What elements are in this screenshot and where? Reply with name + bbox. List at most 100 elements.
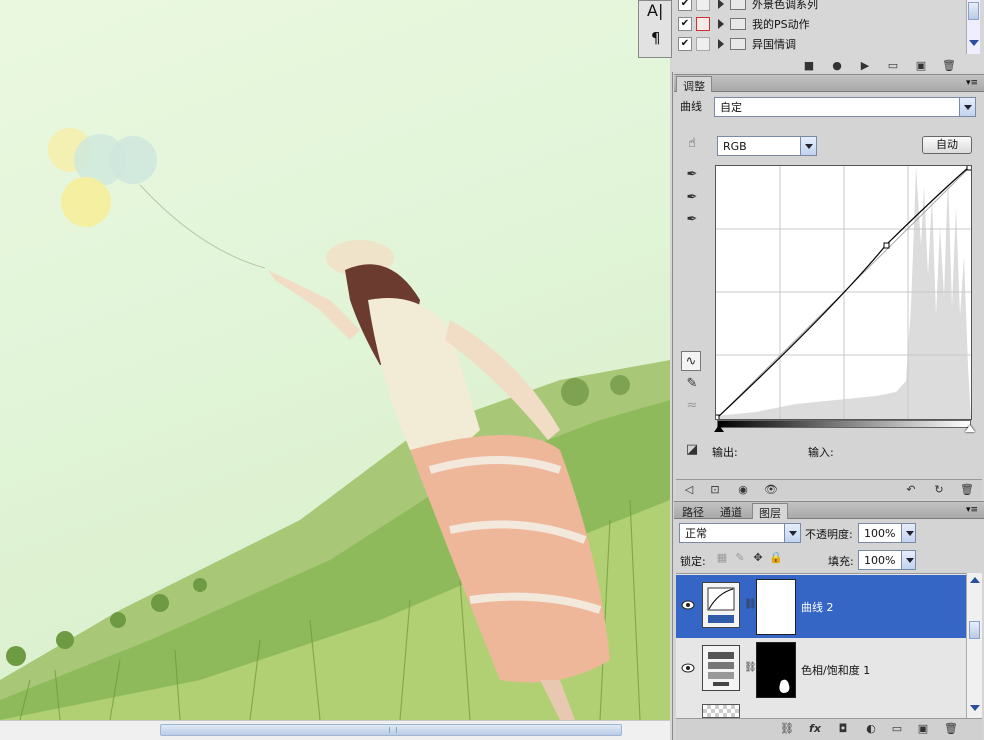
- expand-triangle-icon[interactable]: [718, 19, 724, 29]
- action-set-row[interactable]: ✔ 外景色调系列: [678, 0, 968, 14]
- layer-name: 色相/饱和度 1: [801, 664, 871, 677]
- curves-graph[interactable]: [713, 164, 973, 421]
- lock-position-icon[interactable]: ✥: [751, 551, 765, 565]
- black-slider-handle[interactable]: [714, 425, 724, 432]
- link-layers-icon[interactable]: ⛓: [780, 722, 794, 736]
- blend-mode-dropdown[interactable]: 正常: [679, 523, 801, 543]
- input-label: 输入:: [808, 446, 834, 459]
- reset-icon[interactable]: ↻: [932, 483, 946, 497]
- back-arrow-icon[interactable]: ◁: [682, 483, 696, 497]
- layer-link-icon[interactable]: ⛓: [744, 599, 757, 613]
- auto-button[interactable]: 自动: [922, 136, 972, 154]
- white-slider-handle[interactable]: [965, 425, 975, 432]
- photo-artwork: [0, 128, 670, 720]
- lock-transparency-icon[interactable]: ▦: [715, 551, 729, 565]
- curves-plot: [713, 164, 973, 421]
- layers-footer: ⛓ fx ◘ ◐ ▭ ▣ 🗑: [676, 718, 982, 740]
- layer-mask-thumbnail[interactable]: [756, 579, 796, 635]
- lock-options: ▦ ✎ ✥ 🔒: [715, 551, 795, 567]
- action-checkbox[interactable]: ✔: [678, 37, 692, 51]
- view-previous-icon[interactable]: ↶: [904, 483, 918, 497]
- opacity-input[interactable]: 100%: [858, 523, 916, 543]
- chevron-right-icon[interactable]: [901, 551, 915, 569]
- action-set-row[interactable]: ✔ 我的PS动作: [678, 14, 968, 34]
- layer-thumbnail[interactable]: [702, 704, 740, 718]
- layer-link-icon[interactable]: ⛓: [744, 662, 757, 676]
- curve-point-tool-icon[interactable]: ∿: [681, 351, 701, 371]
- dialog-toggle[interactable]: [696, 37, 710, 51]
- new-adjustment-layer-icon[interactable]: ◐: [864, 722, 878, 736]
- record-icon[interactable]: ●: [830, 59, 844, 73]
- layer-style-fx-icon[interactable]: fx: [808, 722, 822, 736]
- scroll-up-icon[interactable]: [970, 577, 980, 583]
- action-checkbox[interactable]: ✔: [678, 0, 692, 11]
- tab-adjustments[interactable]: 调整: [676, 76, 712, 93]
- mini-tool-panel: A| ¶: [638, 0, 672, 58]
- tab-layers[interactable]: 图层: [752, 503, 788, 520]
- output-label: 输出:: [712, 446, 738, 459]
- tab-paths[interactable]: 路径: [676, 503, 710, 519]
- layers-scrollbar[interactable]: [966, 573, 982, 719]
- visibility-eye-icon[interactable]: 👁: [764, 483, 778, 497]
- lock-all-icon[interactable]: 🔒: [769, 551, 783, 565]
- clip-to-layer-icon[interactable]: ◉: [736, 483, 750, 497]
- lock-pixels-icon[interactable]: ✎: [733, 551, 747, 565]
- fill-value: 100%: [864, 553, 896, 567]
- smooth-curve-icon[interactable]: ≈: [682, 396, 702, 416]
- expand-view-icon[interactable]: ⊡: [708, 483, 722, 497]
- gray-point-eyedropper-icon[interactable]: ✒: [682, 188, 702, 208]
- opacity-value: 100%: [864, 526, 896, 540]
- scrollbar-thumb[interactable]: [160, 724, 622, 736]
- chevron-down-icon: [800, 137, 816, 155]
- preset-dropdown[interactable]: 自定: [714, 97, 976, 117]
- scrollbar-thumb[interactable]: [969, 621, 980, 639]
- action-set-row[interactable]: ✔ 异国情调: [678, 34, 968, 54]
- fill-label: 填充:: [828, 555, 854, 568]
- clipping-warning-icon[interactable]: ◪: [682, 440, 702, 460]
- chevron-down-icon: [784, 524, 800, 542]
- layer-row[interactable]: ⛓ 曲线 2: [676, 575, 966, 638]
- action-checkbox[interactable]: ✔: [678, 17, 692, 31]
- horizontal-scrollbar[interactable]: [0, 720, 670, 740]
- dialog-toggle[interactable]: [696, 0, 710, 11]
- trash-icon[interactable]: 🗑: [944, 722, 958, 736]
- white-point-eyedropper-icon[interactable]: ✒: [682, 210, 702, 230]
- character-panel-icon[interactable]: A|: [647, 1, 663, 20]
- add-mask-icon[interactable]: ◘: [836, 722, 850, 736]
- play-icon[interactable]: ▶: [858, 59, 872, 73]
- panel-menu-icon[interactable]: ▾≡: [966, 505, 978, 515]
- stop-icon[interactable]: ■: [802, 59, 816, 73]
- new-set-icon[interactable]: ▭: [886, 59, 900, 73]
- channel-value: RGB: [723, 139, 747, 153]
- adjustments-footer: ◁ ⊡ ◉ 👁 ↶ ↻ 🗑: [676, 479, 982, 499]
- fill-input[interactable]: 100%: [858, 550, 916, 570]
- trash-icon[interactable]: 🗑: [942, 59, 956, 73]
- panel-menu-icon[interactable]: ▾≡: [966, 78, 978, 88]
- targeted-adjust-hand-icon[interactable]: ☝: [682, 134, 702, 154]
- folder-icon: [730, 38, 746, 50]
- folder-icon: [730, 0, 746, 10]
- pencil-icon[interactable]: ✎: [682, 374, 702, 394]
- actions-panel: ✔ 外景色调系列 ✔ 我的PS动作 ✔ 异国情调 ■ ● ▶ ▭ ▣ 🗑: [672, 0, 984, 72]
- layer-row[interactable]: ⛓ 色相/饱和度 1: [676, 638, 966, 701]
- action-set-label: 异国情调: [752, 38, 796, 51]
- layer-mask-thumbnail[interactable]: [756, 642, 796, 698]
- image-canvas[interactable]: [0, 0, 670, 720]
- visibility-eye-icon[interactable]: [680, 599, 696, 611]
- black-point-eyedropper-icon[interactable]: ✒: [682, 165, 702, 185]
- trash-icon[interactable]: 🗑: [960, 483, 974, 497]
- new-layer-icon[interactable]: ▣: [916, 722, 930, 736]
- tab-channels[interactable]: 通道: [714, 503, 748, 519]
- blend-mode-value: 正常: [685, 527, 707, 540]
- new-action-icon[interactable]: ▣: [914, 59, 928, 73]
- new-group-icon[interactable]: ▭: [890, 722, 904, 736]
- expand-triangle-icon[interactable]: [718, 0, 724, 9]
- visibility-eye-icon[interactable]: [680, 662, 696, 674]
- actions-scrollbar[interactable]: [966, 0, 980, 54]
- scroll-down-icon[interactable]: [970, 705, 980, 711]
- chevron-right-icon[interactable]: [901, 524, 915, 542]
- expand-triangle-icon[interactable]: [718, 39, 724, 49]
- dialog-toggle[interactable]: [696, 17, 710, 31]
- paragraph-panel-icon[interactable]: ¶: [651, 29, 661, 47]
- channel-dropdown[interactable]: RGB: [717, 136, 817, 156]
